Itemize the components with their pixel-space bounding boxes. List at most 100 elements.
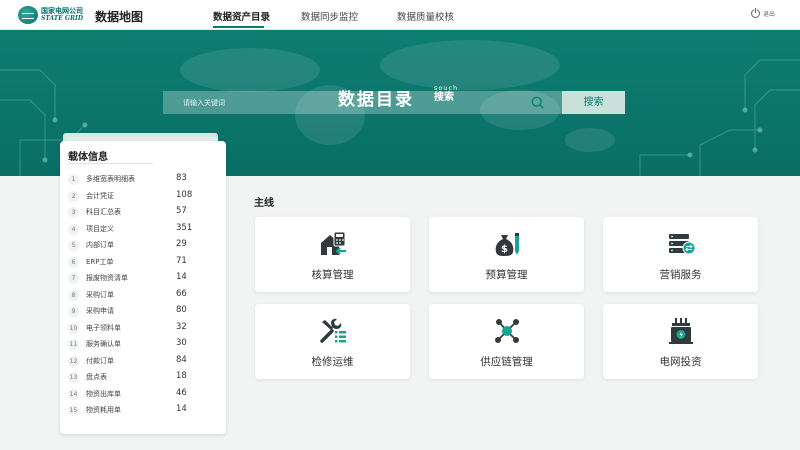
row-count: 351 [176, 222, 193, 233]
search-button[interactable]: 搜索 [562, 91, 625, 114]
row-index: 10 [68, 322, 79, 334]
row-name: 多维宽表明细表 [86, 175, 135, 183]
list-item[interactable]: 11 服务确认单 30 [68, 337, 218, 351]
row-name: 物资出库单 [86, 389, 121, 398]
row-index: 14 [68, 388, 79, 400]
row-count: 18 [176, 371, 187, 381]
card-label: 营销服务 [659, 269, 702, 281]
list-item[interactable]: 9 采购申请 80 [68, 304, 218, 318]
logo-cn: 国家电网公司 [41, 7, 83, 15]
row-count: 80 [176, 305, 187, 315]
card-label: 电网投资 [659, 356, 702, 368]
list-item[interactable]: 4 项目定义 351 [68, 222, 218, 236]
tab-data-quality-check[interactable]: 数据质量校核 [397, 9, 454, 23]
row-index: 2 [68, 190, 79, 202]
row-name: 采购订单 [86, 290, 114, 299]
tab-data-asset-catalog[interactable]: 数据资产目录 [213, 9, 270, 23]
card-budget-management[interactable]: $ 预算管理 [429, 217, 584, 292]
list-item[interactable]: 13 盘点表 18 [68, 370, 218, 384]
row-index: 1 [68, 174, 79, 185]
row-index: 11 [68, 339, 79, 350]
list-item[interactable]: 10 电子领料单 32 [68, 321, 218, 335]
list-item[interactable]: 2 会计凭证 108 [68, 189, 218, 203]
list-item[interactable]: 7 报废物资清单 14 [68, 271, 218, 285]
card-grid-investment[interactable]: 电网投资 [603, 304, 758, 379]
row-count: 14 [176, 404, 187, 414]
top-bar: 国家电网公司 STATE GRID 数据地图 数据资产目录 数据同步监控 数据质… [0, 0, 800, 30]
logo[interactable]: 国家电网公司 STATE GRID [18, 6, 83, 24]
row-count: 46 [176, 387, 187, 398]
list-item[interactable]: 8 采购订单 66 [68, 288, 218, 302]
budget-icon: $ [495, 233, 519, 256]
search-input[interactable] [163, 91, 562, 114]
logout-button[interactable]: 退出 [751, 8, 776, 18]
list-item[interactable]: 14 物资出库单 46 [68, 387, 218, 401]
tab-data-sync-monitor[interactable]: 数据同步监控 [301, 9, 358, 23]
row-name: 会计凭证 [86, 191, 114, 200]
row-index: 8 [68, 289, 79, 301]
row-name: 服务确认单 [86, 340, 121, 348]
row-count: 71 [176, 255, 187, 266]
row-index: 4 [68, 223, 79, 235]
row-index: 5 [68, 240, 79, 251]
card-label: 预算管理 [485, 269, 528, 281]
row-count: 30 [176, 338, 187, 348]
row-name: 报废物资清单 [86, 274, 128, 282]
carrier-info-panel: 载体信息 1 多维宽表明细表 83 2 会计凭证 108 3 科目汇总表 57 … [60, 141, 226, 434]
row-index: 9 [68, 306, 79, 317]
row-name: 采购申请 [86, 307, 114, 315]
row-name: 付款订单 [86, 356, 114, 365]
row-index: 6 [68, 256, 79, 268]
grid-investment-icon [669, 318, 693, 344]
section-title: 主线 [254, 198, 274, 209]
card-accounting-management[interactable]: 核算管理 [255, 217, 410, 292]
marketing-icon [669, 234, 696, 255]
row-count: 32 [176, 321, 187, 332]
card-maintenance-operations[interactable]: 检修运维 [255, 304, 410, 379]
row-count: 108 [176, 189, 193, 200]
card-label: 供应链管理 [480, 356, 533, 368]
search-icon[interactable] [531, 96, 544, 109]
card-supply-chain-management[interactable]: 供应链管理 [429, 304, 584, 379]
logo-text: 国家电网公司 STATE GRID [41, 7, 83, 23]
supply-chain-icon [495, 319, 519, 343]
row-count: 14 [176, 272, 187, 282]
maintenance-icon [320, 318, 346, 343]
card-marketing-service[interactable]: 营销服务 [603, 217, 758, 292]
row-index: 7 [68, 273, 79, 284]
row-index: 12 [68, 355, 79, 367]
panel-title: 载体信息 [68, 152, 108, 163]
row-name: ERP工单 [86, 257, 114, 266]
card-label: 核算管理 [311, 269, 354, 281]
row-count: 57 [176, 206, 187, 216]
row-name: 电子领料单 [86, 323, 121, 332]
row-name: 盘点表 [86, 373, 107, 381]
row-index: 13 [68, 372, 79, 383]
row-name: 物资耗用单 [86, 406, 121, 414]
panel-divider [68, 163, 153, 164]
list-item[interactable]: 5 内部订单 29 [68, 238, 218, 252]
list-item[interactable]: 12 付款订单 84 [68, 354, 218, 368]
row-name: 内部订单 [86, 241, 114, 249]
row-index: 3 [68, 207, 79, 218]
state-grid-logo-icon [18, 6, 38, 24]
list-item[interactable]: 1 多维宽表明细表 83 [68, 172, 218, 186]
app-title: 数据地图 [95, 10, 144, 24]
row-name: 科目汇总表 [86, 208, 121, 216]
row-index: 15 [68, 405, 79, 416]
list-item[interactable]: 6 ERP工单 71 [68, 255, 218, 269]
logo-en: STATE GRID [41, 15, 84, 22]
row-count: 29 [176, 239, 187, 249]
svg-text:$: $ [501, 244, 508, 255]
list-item[interactable]: 15 物资耗用单 14 [68, 403, 218, 417]
card-label: 检修运维 [311, 356, 354, 368]
row-count: 66 [176, 288, 187, 299]
list-item[interactable]: 3 科目汇总表 57 [68, 205, 218, 219]
accounting-icon [321, 231, 346, 255]
logout-label: 退出 [763, 11, 776, 18]
power-icon [751, 8, 760, 18]
row-count: 84 [176, 354, 187, 365]
row-name: 项目定义 [86, 224, 114, 233]
active-tab-indicator [213, 26, 264, 28]
row-count: 83 [176, 173, 187, 183]
